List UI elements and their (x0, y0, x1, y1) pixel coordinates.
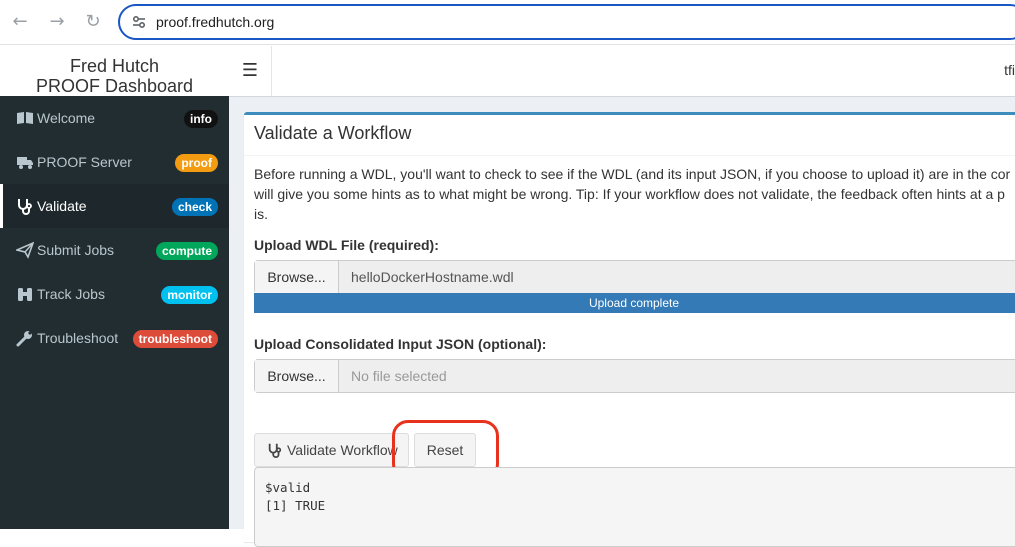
brand-line2: PROOF Dashboard (35, 76, 194, 96)
address-bar[interactable]: proof.fredhutch.org (118, 4, 1015, 40)
intro-line: Before running a WDL, you'll want to che… (254, 166, 1011, 182)
intro-text: Before running a WDL, you'll want to che… (254, 164, 1015, 224)
sidebar-item-label: Submit Jobs (37, 242, 115, 258)
badge-info: info (184, 110, 218, 128)
arrow-left-icon[interactable]: ← (8, 10, 32, 34)
badge-check: check (171, 198, 218, 216)
sidebar-item-submit-jobs[interactable]: Submit Jobs compute (0, 228, 229, 272)
sidebar-item-welcome[interactable]: Welcome info (0, 96, 229, 140)
reload-icon[interactable]: ↻ (81, 10, 105, 34)
validate-box: Validate a Workflow Before running a WDL… (244, 112, 1015, 547)
json-upload-label: Upload Consolidated Input JSON (optional… (254, 336, 547, 352)
sidebar-item-label: Troubleshoot (37, 330, 119, 346)
intro-line: will give you some hints as to what migh… (254, 186, 1005, 202)
badge-monitor: monitor (161, 286, 218, 304)
content-wrapper: Validate a Workflow Before running a WDL… (229, 97, 1015, 547)
sidebar-item-label: Welcome (37, 110, 96, 126)
intro-line: is. (254, 206, 268, 222)
sidebar: Welcome info PROOF Server proof Validate… (0, 96, 229, 529)
sidebar-item-track-jobs[interactable]: Track Jobs monitor (0, 272, 229, 316)
wdl-file-input[interactable]: Browse... helloDockerHostname.wdl (254, 260, 1015, 294)
divider (244, 155, 1015, 156)
wdl-file-name: helloDockerHostname.wdl (351, 269, 514, 285)
browser-toolbar: ← → ↻ proof.fredhutch.org (0, 0, 1015, 45)
arrow-right-icon[interactable]: → (45, 10, 69, 34)
sidebar-item-proof-server[interactable]: PROOF Server proof (0, 140, 229, 184)
validate-button-label: Validate Workflow (287, 442, 398, 458)
sidebar-item-label: Validate (37, 198, 87, 214)
output-line: [1] TRUE (265, 498, 326, 513)
book-icon (17, 112, 33, 124)
validation-output: $valid [1] TRUE (254, 467, 1015, 547)
user-menu[interactable]: tfi (1004, 62, 1015, 78)
sidebar-toggle-icon[interactable]: ☰ (229, 46, 272, 96)
json-file-input[interactable]: Browse... No file selected (254, 359, 1015, 393)
json-file-placeholder: No file selected (351, 368, 447, 384)
upload-status: Upload complete (588, 296, 680, 310)
stethoscope-icon (268, 443, 282, 458)
app-logo[interactable]: Fred Hutch PROOF Dashboard (0, 46, 229, 96)
sidebar-item-label: PROOF Server (37, 154, 132, 170)
wrench-icon (16, 331, 32, 347)
top-navbar: ☰ tfi (229, 46, 1015, 97)
stethoscope-icon (18, 199, 32, 215)
wdl-upload-label: Upload WDL File (required): (254, 237, 439, 253)
json-browse-button[interactable]: Browse... (255, 360, 339, 392)
output-line: $valid (265, 480, 311, 495)
reset-button[interactable]: Reset (414, 433, 476, 467)
truck-icon (17, 157, 33, 169)
url-text[interactable]: proof.fredhutch.org (156, 14, 274, 30)
sidebar-item-validate[interactable]: Validate check (0, 184, 229, 228)
binoculars-icon (18, 288, 32, 301)
page-title: Validate a Workflow (254, 123, 412, 143)
paper-plane-icon (16, 241, 34, 259)
site-settings-icon[interactable] (130, 13, 148, 31)
sidebar-item-troubleshoot[interactable]: Troubleshoot troubleshoot (0, 316, 229, 360)
badge-proof: proof (175, 154, 218, 172)
sidebar-item-label: Track Jobs (37, 286, 105, 302)
badge-compute: compute (155, 242, 218, 260)
upload-progress-bar: Upload complete (254, 293, 1015, 313)
validate-workflow-button[interactable]: Validate Workflow (254, 433, 409, 467)
badge-troubleshoot: troubleshoot (132, 330, 218, 348)
wdl-browse-button[interactable]: Browse... (255, 261, 339, 293)
brand-line1: Fred Hutch (69, 56, 160, 76)
